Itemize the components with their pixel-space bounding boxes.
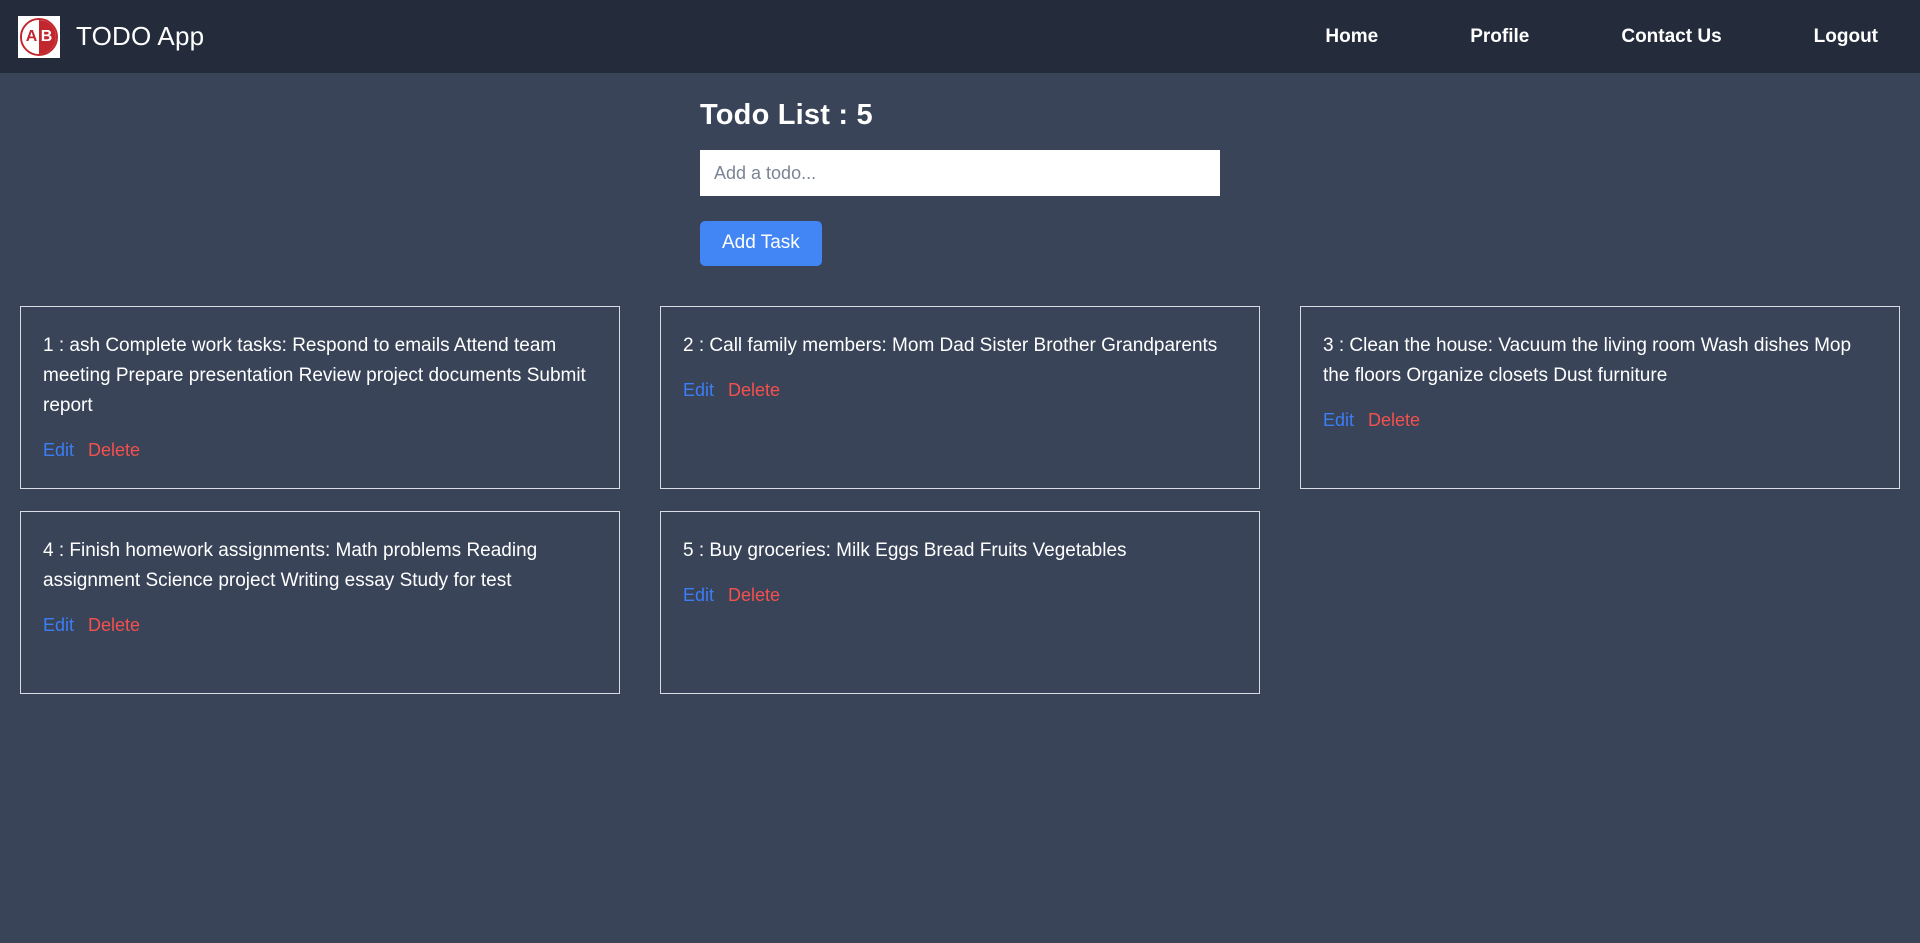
- nav-link-profile[interactable]: Profile: [1424, 26, 1575, 48]
- delete-link[interactable]: Delete: [728, 380, 780, 401]
- page-title: Todo List : 5: [700, 99, 873, 131]
- card-actions: Edit Delete: [43, 440, 597, 461]
- delete-link[interactable]: Delete: [88, 440, 140, 461]
- logo-letter-b: B: [39, 19, 56, 54]
- brand[interactable]: A B TODO App: [18, 15, 205, 58]
- ab-logo-icon: A B: [18, 15, 60, 58]
- top-navbar: A B TODO App Home Profile Contact Us Log…: [0, 0, 1920, 73]
- delete-link[interactable]: Delete: [1368, 410, 1420, 431]
- edit-link[interactable]: Edit: [683, 585, 714, 606]
- delete-link[interactable]: Delete: [88, 615, 140, 636]
- nav-links: Home Profile Contact Us Logout: [1279, 26, 1894, 48]
- edit-link[interactable]: Edit: [43, 615, 74, 636]
- card-actions: Edit Delete: [1323, 410, 1877, 431]
- logo-circle: A B: [20, 17, 58, 56]
- edit-link[interactable]: Edit: [683, 380, 714, 401]
- todo-form-area: Todo List : 5 Add Task: [0, 73, 1920, 266]
- delete-link[interactable]: Delete: [728, 585, 780, 606]
- edit-link[interactable]: Edit: [43, 440, 74, 461]
- card-actions: Edit Delete: [43, 615, 597, 636]
- todo-text: 3 : Clean the house: Vacuum the living r…: [1323, 334, 1852, 386]
- nav-link-contact-us[interactable]: Contact Us: [1575, 26, 1767, 48]
- edit-link[interactable]: Edit: [1323, 410, 1354, 431]
- todo-text: 5 : Buy groceries: Milk Eggs Bread Fruit…: [683, 539, 1127, 561]
- brand-title: TODO App: [76, 21, 205, 51]
- nav-link-home[interactable]: Home: [1279, 26, 1424, 48]
- todo-card: 1 : ash Complete work tasks: Respond to …: [20, 305, 620, 489]
- todo-text: 1 : ash Complete work tasks: Respond to …: [43, 334, 586, 416]
- todo-card: 5 : Buy groceries: Milk Eggs Bread Fruit…: [660, 510, 1260, 694]
- todo-text: 4 : Finish homework assignments: Math pr…: [43, 539, 538, 591]
- todo-grid: 1 : ash Complete work tasks: Respond to …: [0, 305, 1920, 694]
- todo-card: 4 : Finish homework assignments: Math pr…: [20, 510, 620, 694]
- add-todo-input[interactable]: [700, 150, 1220, 196]
- card-actions: Edit Delete: [683, 585, 1237, 606]
- todo-text: 2 : Call family members: Mom Dad Sister …: [683, 334, 1218, 356]
- todo-card: 2 : Call family members: Mom Dad Sister …: [660, 305, 1260, 489]
- todo-card: 3 : Clean the house: Vacuum the living r…: [1300, 305, 1900, 489]
- card-actions: Edit Delete: [683, 380, 1237, 401]
- nav-link-logout[interactable]: Logout: [1768, 26, 1894, 48]
- logo-letter-a: A: [22, 19, 39, 54]
- add-task-button[interactable]: Add Task: [700, 221, 822, 266]
